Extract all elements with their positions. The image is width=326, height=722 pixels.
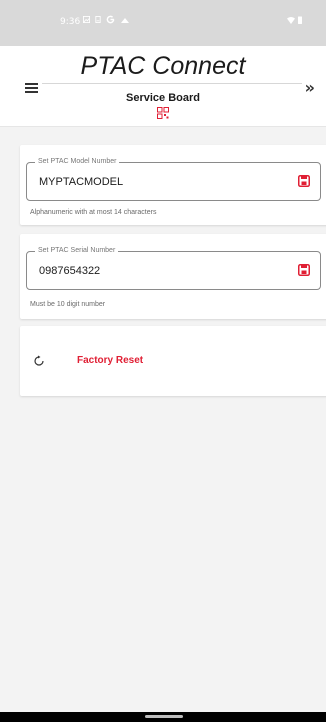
model-number-helper: Alphanumeric with at most 14 characters	[30, 209, 157, 216]
status-notification-icons	[83, 15, 130, 24]
factory-reset-label: Factory Reset	[77, 355, 144, 366]
home-gesture-handle[interactable]	[145, 715, 183, 718]
gallery-icon	[83, 16, 90, 23]
google-icon	[106, 15, 115, 24]
refresh-icon	[34, 355, 44, 366]
serial-number-field[interactable]: Set PTAC Serial Number	[26, 246, 321, 290]
save-icon[interactable]	[298, 175, 310, 187]
system-navigation-bar	[0, 712, 326, 722]
model-number-field[interactable]: Set PTAC Model Number	[26, 157, 321, 201]
model-number-card: Set PTAC Model Number Alphanumeric with …	[20, 145, 326, 225]
app-title: PTAC Connect	[80, 52, 246, 80]
page-subtitle: Service Board	[126, 92, 200, 104]
status-time: 9:36	[60, 17, 81, 27]
serial-number-input[interactable]	[39, 265, 279, 277]
battery-icon	[298, 16, 302, 24]
serial-number-card: Set PTAC Serial Number Must be 10 digit …	[20, 234, 326, 319]
app-header: PTAC Connect » Service Board	[0, 46, 326, 127]
cloud-icon	[121, 17, 129, 23]
title-divider	[42, 83, 302, 84]
storage-icon	[95, 16, 101, 23]
factory-reset-card: Factory Reset	[20, 326, 326, 396]
save-icon[interactable]	[298, 264, 310, 276]
qr-code-icon	[157, 107, 169, 119]
status-system-icons	[287, 16, 302, 24]
wifi-icon	[287, 16, 295, 24]
model-number-input[interactable]	[39, 176, 279, 188]
factory-reset-button[interactable]: Factory Reset	[20, 326, 326, 396]
model-number-legend: Set PTAC Model Number	[35, 157, 120, 167]
status-bar: 9:36	[0, 0, 326, 46]
serial-number-helper: Must be 10 digit number	[30, 301, 106, 308]
serial-number-legend: Set PTAC Serial Number	[35, 246, 119, 256]
